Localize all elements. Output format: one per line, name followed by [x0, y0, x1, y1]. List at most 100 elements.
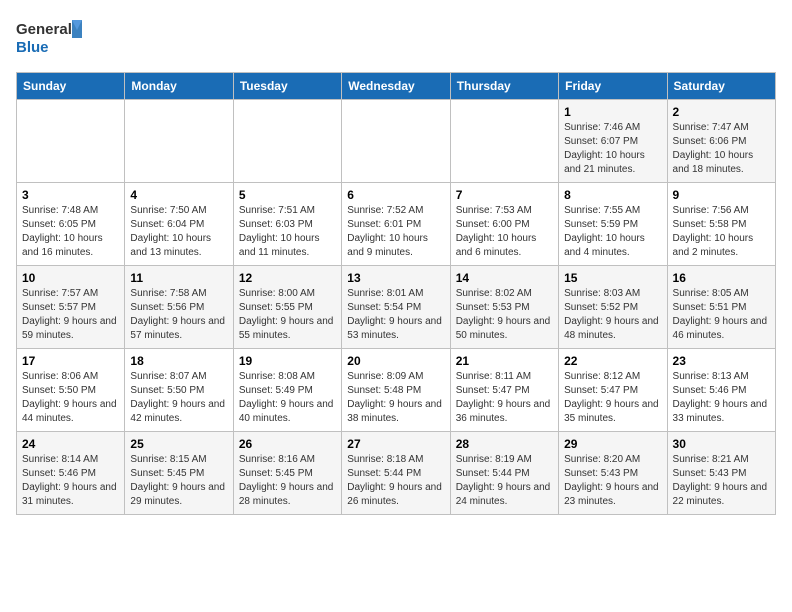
calendar-cell: 20 Sunrise: 8:09 AM Sunset: 5:48 PM Dayli… [342, 349, 450, 432]
weekday-header-thursday: Thursday [450, 73, 558, 100]
day-number: 25 [130, 437, 227, 451]
calendar-cell: 12Sunrise: 8:00 AM Sunset: 5:55 PM Dayli… [233, 266, 341, 349]
day-info: Sunrise: 7:57 AM Sunset: 5:57 PM Dayligh… [22, 287, 119, 343]
day-info: Sunrise: 8:20 AM Sunset: 5:43 PM Dayligh… [564, 453, 661, 509]
calendar-cell: 19 Sunrise: 8:08 AM Sunset: 5:49 PM Dayli… [233, 349, 341, 432]
calendar-cell: 27 Sunrise: 8:18 AM Sunset: 5:44 PM Dayli… [342, 432, 450, 515]
calendar-cell: 22 Sunrise: 8:12 AM Sunset: 5:47 PM Dayli… [559, 349, 667, 432]
day-number: 20 [347, 354, 444, 368]
calendar-cell: 26 Sunrise: 8:16 AM Sunset: 5:45 PM Dayli… [233, 432, 341, 515]
calendar-week-row: 24Sunrise: 8:14 AM Sunset: 5:46 PM Dayli… [17, 432, 776, 515]
calendar-cell [125, 100, 233, 183]
day-number: 19 [239, 354, 336, 368]
calendar-cell: 9 Sunrise: 7:56 AM Sunset: 5:58 PM Daylig… [667, 183, 775, 266]
calendar-cell: 25 Sunrise: 8:15 AM Sunset: 5:45 PM Dayli… [125, 432, 233, 515]
day-info: Sunrise: 8:09 AM Sunset: 5:48 PM Dayligh… [347, 370, 444, 426]
day-info: Sunrise: 8:21 AM Sunset: 5:43 PM Dayligh… [673, 453, 770, 509]
day-info: Sunrise: 7:51 AM Sunset: 6:03 PM Dayligh… [239, 204, 336, 260]
day-number: 7 [456, 188, 553, 202]
day-number: 18 [130, 354, 227, 368]
day-info: Sunrise: 8:19 AM Sunset: 5:44 PM Dayligh… [456, 453, 553, 509]
calendar-week-row: 10 Sunrise: 7:57 AM Sunset: 5:57 PM Dayli… [17, 266, 776, 349]
calendar-cell: 14 Sunrise: 8:02 AM Sunset: 5:53 PM Dayli… [450, 266, 558, 349]
calendar-cell: 11 Sunrise: 7:58 AM Sunset: 5:56 PM Dayli… [125, 266, 233, 349]
day-info: Sunrise: 8:15 AM Sunset: 5:45 PM Dayligh… [130, 453, 227, 509]
calendar-week-row: 3Sunrise: 7:48 AM Sunset: 6:05 PM Daylig… [17, 183, 776, 266]
day-info: Sunrise: 8:18 AM Sunset: 5:44 PM Dayligh… [347, 453, 444, 509]
weekday-header-tuesday: Tuesday [233, 73, 341, 100]
day-info: Sunrise: 8:01 AM Sunset: 5:54 PM Dayligh… [347, 287, 444, 343]
page-header: General Blue [16, 16, 776, 60]
day-number: 13 [347, 271, 444, 285]
svg-text:General: General [16, 21, 72, 38]
day-info: Sunrise: 8:12 AM Sunset: 5:47 PM Dayligh… [564, 370, 661, 426]
weekday-header-wednesday: Wednesday [342, 73, 450, 100]
day-number: 30 [673, 437, 770, 451]
calendar-week-row: 17Sunrise: 8:06 AM Sunset: 5:50 PM Dayli… [17, 349, 776, 432]
day-number: 23 [673, 354, 770, 368]
day-info: Sunrise: 8:14 AM Sunset: 5:46 PM Dayligh… [22, 453, 119, 509]
weekday-header-saturday: Saturday [667, 73, 775, 100]
day-number: 6 [347, 188, 444, 202]
day-info: Sunrise: 8:07 AM Sunset: 5:50 PM Dayligh… [130, 370, 227, 426]
svg-text:Blue: Blue [16, 39, 49, 56]
calendar-cell: 15 Sunrise: 8:03 AM Sunset: 5:52 PM Dayli… [559, 266, 667, 349]
day-info: Sunrise: 8:11 AM Sunset: 5:47 PM Dayligh… [456, 370, 553, 426]
day-info: Sunrise: 7:55 AM Sunset: 5:59 PM Dayligh… [564, 204, 661, 260]
day-number: 2 [673, 105, 770, 119]
day-info: Sunrise: 8:16 AM Sunset: 5:45 PM Dayligh… [239, 453, 336, 509]
day-info: Sunrise: 7:52 AM Sunset: 6:01 PM Dayligh… [347, 204, 444, 260]
day-info: Sunrise: 8:03 AM Sunset: 5:52 PM Dayligh… [564, 287, 661, 343]
day-info: Sunrise: 8:13 AM Sunset: 5:46 PM Dayligh… [673, 370, 770, 426]
day-info: Sunrise: 8:06 AM Sunset: 5:50 PM Dayligh… [22, 370, 119, 426]
calendar-cell: 7Sunrise: 7:53 AM Sunset: 6:00 PM Daylig… [450, 183, 558, 266]
day-info: Sunrise: 7:47 AM Sunset: 6:06 PM Dayligh… [673, 121, 770, 177]
day-number: 3 [22, 188, 119, 202]
calendar-cell: 3Sunrise: 7:48 AM Sunset: 6:05 PM Daylig… [17, 183, 125, 266]
calendar-cell: 16Sunrise: 8:05 AM Sunset: 5:51 PM Dayli… [667, 266, 775, 349]
calendar-cell [342, 100, 450, 183]
calendar-cell: 13 Sunrise: 8:01 AM Sunset: 5:54 PM Dayli… [342, 266, 450, 349]
day-number: 4 [130, 188, 227, 202]
calendar-week-row: 1 Sunrise: 7:46 AM Sunset: 6:07 PM Daylig… [17, 100, 776, 183]
calendar-cell: 30 Sunrise: 8:21 AM Sunset: 5:43 PM Dayli… [667, 432, 775, 515]
day-number: 8 [564, 188, 661, 202]
day-info: Sunrise: 7:50 AM Sunset: 6:04 PM Dayligh… [130, 204, 227, 260]
day-number: 9 [673, 188, 770, 202]
day-number: 14 [456, 271, 553, 285]
day-number: 1 [564, 105, 661, 119]
calendar-cell: 21 Sunrise: 8:11 AM Sunset: 5:47 PM Dayli… [450, 349, 558, 432]
day-info: Sunrise: 8:08 AM Sunset: 5:49 PM Dayligh… [239, 370, 336, 426]
calendar-cell: 1 Sunrise: 7:46 AM Sunset: 6:07 PM Daylig… [559, 100, 667, 183]
calendar-cell: 4 Sunrise: 7:50 AM Sunset: 6:04 PM Daylig… [125, 183, 233, 266]
day-info: Sunrise: 8:02 AM Sunset: 5:53 PM Dayligh… [456, 287, 553, 343]
day-number: 15 [564, 271, 661, 285]
day-number: 28 [456, 437, 553, 451]
day-number: 11 [130, 271, 227, 285]
calendar-cell: 23 Sunrise: 8:13 AM Sunset: 5:46 PM Dayli… [667, 349, 775, 432]
weekday-header-friday: Friday [559, 73, 667, 100]
day-number: 26 [239, 437, 336, 451]
day-info: Sunrise: 7:56 AM Sunset: 5:58 PM Dayligh… [673, 204, 770, 260]
calendar-cell: 5Sunrise: 7:51 AM Sunset: 6:03 PM Daylig… [233, 183, 341, 266]
weekday-header-monday: Monday [125, 73, 233, 100]
day-number: 27 [347, 437, 444, 451]
day-number: 10 [22, 271, 119, 285]
logo-svg: General Blue [16, 16, 86, 60]
logo: General Blue [16, 16, 86, 60]
calendar-cell: 24Sunrise: 8:14 AM Sunset: 5:46 PM Dayli… [17, 432, 125, 515]
calendar-cell: 10 Sunrise: 7:57 AM Sunset: 5:57 PM Dayli… [17, 266, 125, 349]
calendar-cell: 18 Sunrise: 8:07 AM Sunset: 5:50 PM Dayli… [125, 349, 233, 432]
weekday-header-sunday: Sunday [17, 73, 125, 100]
day-number: 22 [564, 354, 661, 368]
day-info: Sunrise: 7:58 AM Sunset: 5:56 PM Dayligh… [130, 287, 227, 343]
calendar-cell: 28 Sunrise: 8:19 AM Sunset: 5:44 PM Dayli… [450, 432, 558, 515]
calendar-body: 1 Sunrise: 7:46 AM Sunset: 6:07 PM Daylig… [17, 100, 776, 515]
day-info: Sunrise: 7:46 AM Sunset: 6:07 PM Dayligh… [564, 121, 661, 177]
calendar-cell: 2 Sunrise: 7:47 AM Sunset: 6:06 PM Daylig… [667, 100, 775, 183]
calendar-cell: 29Sunrise: 8:20 AM Sunset: 5:43 PM Dayli… [559, 432, 667, 515]
day-number: 21 [456, 354, 553, 368]
calendar-table: SundayMondayTuesdayWednesdayThursdayFrid… [16, 72, 776, 515]
calendar-cell: 8 Sunrise: 7:55 AM Sunset: 5:59 PM Daylig… [559, 183, 667, 266]
day-info: Sunrise: 8:05 AM Sunset: 5:51 PM Dayligh… [673, 287, 770, 343]
